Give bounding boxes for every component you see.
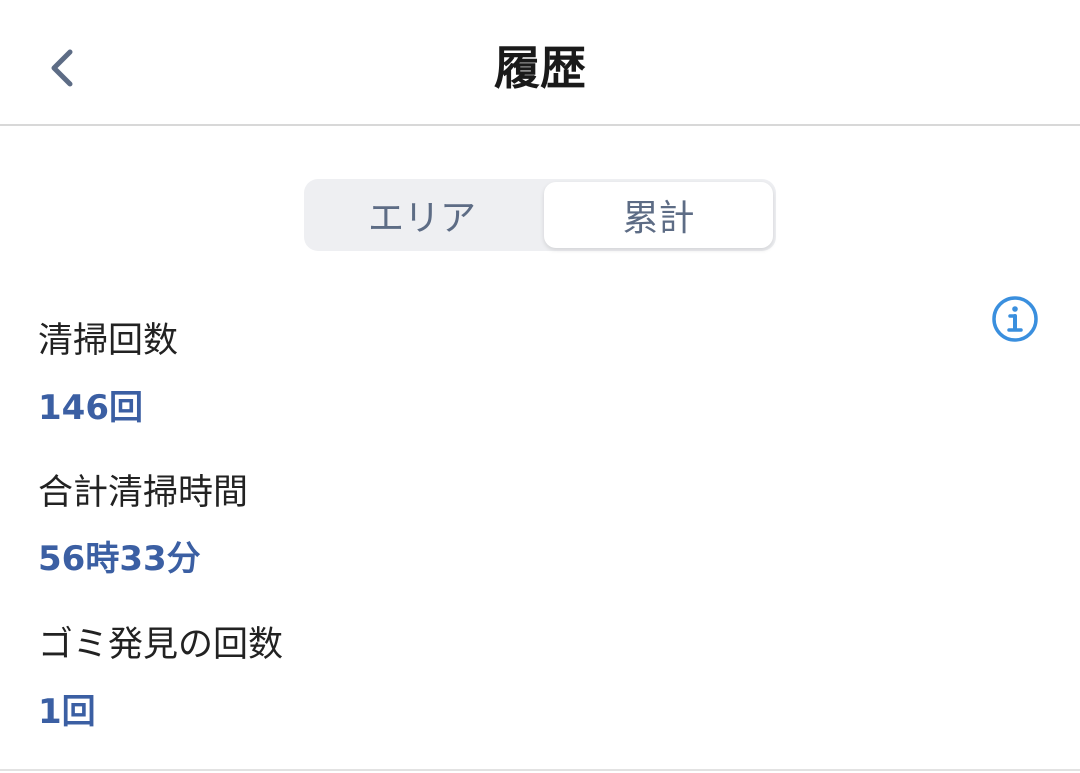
segmented-control: エリア 累計	[304, 179, 776, 251]
stat-value-dirt-detected-count: 1回	[38, 692, 96, 732]
tab-area[interactable]: エリア	[307, 182, 537, 248]
info-icon	[992, 296, 1038, 342]
stat-value-clean-count: 146回	[38, 388, 143, 428]
tab-cumulative[interactable]: 累計	[544, 182, 773, 248]
stat-label-clean-count: 清掃回数	[38, 321, 179, 361]
divider	[0, 769, 1080, 771]
stat-label-dirt-detected-count: ゴミ発見の回数	[38, 625, 284, 665]
info-button[interactable]	[990, 294, 1040, 344]
page-title: 履歴	[494, 41, 586, 95]
navigation-header: 履歴	[0, 0, 1080, 126]
stat-value-total-clean-time: 56時33分	[38, 539, 201, 579]
stat-label-total-clean-time: 合計清掃時間	[38, 473, 249, 513]
